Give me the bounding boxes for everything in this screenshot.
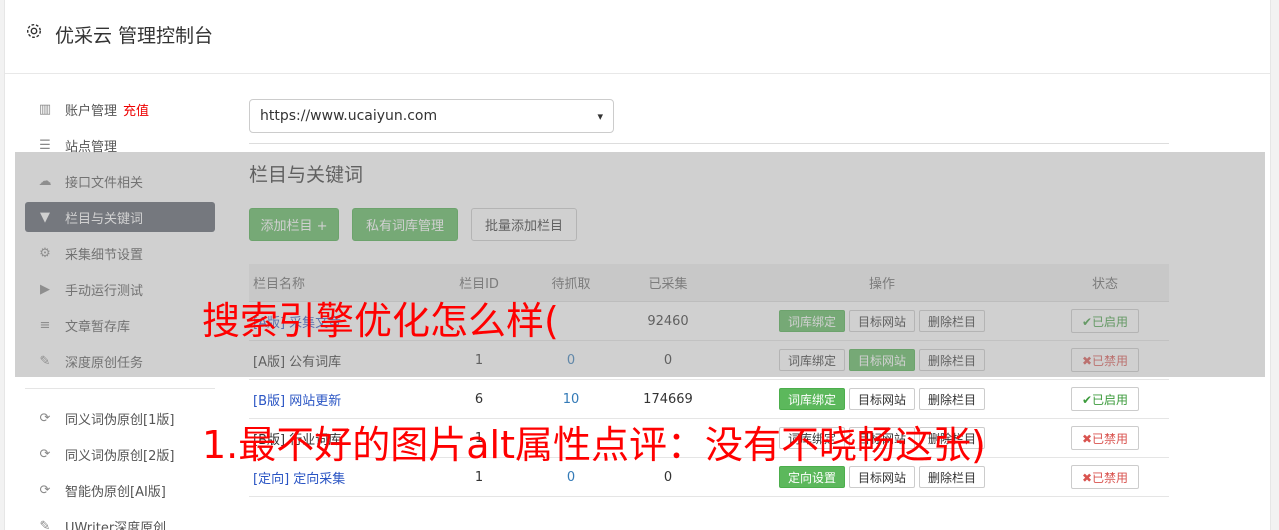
row-id: 1 xyxy=(474,469,484,485)
status-badge[interactable]: ✔已启用 xyxy=(1070,387,1140,411)
chevron-down-icon: ▾ xyxy=(597,109,603,123)
recharge-link[interactable]: 充值 xyxy=(123,100,149,119)
delete-column-button[interactable]: 删除栏目 xyxy=(919,466,986,488)
page-title: 优采云 管理控制台 xyxy=(55,25,214,47)
divider xyxy=(249,143,1169,144)
site-select-value: https://www.ucaiyun.com xyxy=(260,108,438,124)
row-actions: 定向设置 目标网站 删除栏目 xyxy=(723,466,1041,488)
watermark-text: 1.最不好的图片alt属性点评：没有不晓畅这张) xyxy=(202,423,986,467)
target-site-button[interactable]: 目标网站 xyxy=(848,388,915,410)
row-id: 6 xyxy=(474,391,484,407)
site-select[interactable]: https://www.ucaiyun.com ▾ xyxy=(249,99,614,133)
row-pending: 0 xyxy=(566,469,576,485)
sidebar-item-uwriter[interactable]: ✎ UWriter深度原创 xyxy=(25,511,215,530)
sidebar-item-label: 同义词伪原创[1版] xyxy=(65,412,175,428)
sidebar-item-label: 同义词伪原创[2版] xyxy=(65,448,175,464)
delete-column-button[interactable]: 删除栏目 xyxy=(919,388,986,410)
bind-lexicon-button[interactable]: 词库绑定 xyxy=(778,388,845,410)
header: 优采云 管理控制台 xyxy=(5,0,1270,74)
sidebar-item-synonym-v1[interactable]: ⟳ 同义词伪原创[1版] xyxy=(25,403,215,433)
refresh-icon: ⟳ xyxy=(39,482,51,498)
sidebar-item-label: UWriter深度原创 xyxy=(65,520,167,530)
refresh-icon: ⟳ xyxy=(39,446,51,462)
sidebar-item-account[interactable]: ▥ 账户管理 充值 xyxy=(25,94,215,124)
sidebar-item-label: 账户管理 xyxy=(65,103,118,119)
edit-icon: ✎ xyxy=(39,518,51,530)
status-badge[interactable]: ✖已禁用 xyxy=(1070,426,1140,450)
sidebar-item-label: 智能伪原创[AI版] xyxy=(65,484,166,500)
directed-settings-button[interactable]: 定向设置 xyxy=(778,466,845,488)
server-icon: ☰ xyxy=(39,137,51,153)
row-name[interactable]: [定向] 定向采集 xyxy=(249,468,429,487)
row-name[interactable]: [B版] 网站更新 xyxy=(249,390,429,409)
refresh-icon: ⟳ xyxy=(39,410,51,426)
bar-chart-icon: ▥ xyxy=(38,101,52,117)
target-site-button[interactable]: 目标网站 xyxy=(848,466,915,488)
sidebar-divider xyxy=(25,388,215,389)
row-collected: 0 xyxy=(663,469,673,485)
status-badge[interactable]: ✖已禁用 xyxy=(1070,465,1140,489)
gear-icon xyxy=(26,23,42,39)
sidebar-item-ai-rewrite[interactable]: ⟳ 智能伪原创[AI版] xyxy=(25,475,215,505)
sidebar-item-synonym-v2[interactable]: ⟳ 同义词伪原创[2版] xyxy=(25,439,215,469)
row-pending: 10 xyxy=(562,391,580,407)
watermark-text: 搜索引擎优化怎么样( xyxy=(202,299,559,343)
row-collected: 174669 xyxy=(643,391,693,407)
row-actions: 词库绑定 目标网站 删除栏目 xyxy=(723,388,1041,410)
